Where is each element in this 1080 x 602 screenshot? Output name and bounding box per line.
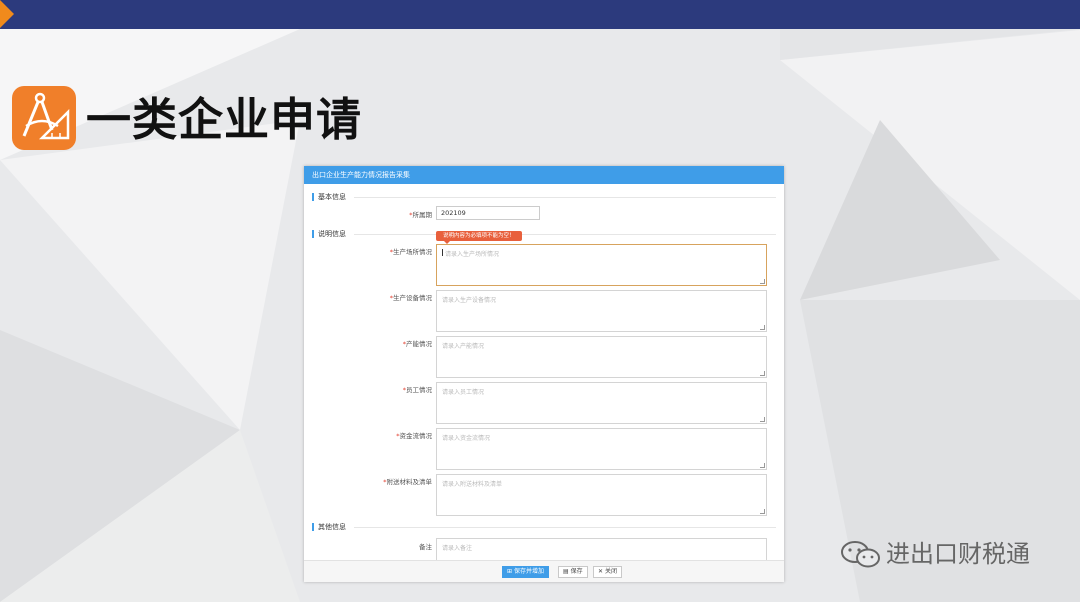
- remark-label: 备注: [419, 543, 432, 551]
- slide-title: 一类企业申请: [86, 93, 363, 146]
- period-input[interactable]: 202109: [436, 206, 540, 220]
- production-site-label: *生产场所情况: [389, 248, 432, 256]
- production-equipment-label: *生产设备情况: [389, 294, 432, 302]
- attachments-label: *附送材料及清单: [383, 478, 432, 486]
- section-other-info: 其他信息: [304, 521, 784, 533]
- production-equipment-textarea[interactable]: 请录入生产设备情况: [436, 290, 767, 332]
- remark-input[interactable]: 请录入备注: [436, 538, 767, 562]
- section-basic-label: 基本信息: [318, 193, 346, 201]
- cash-flow-label: *资金流情况: [396, 432, 432, 440]
- banner-accent-triangle: [0, 0, 14, 28]
- add-save-icon: ⊞: [507, 568, 513, 575]
- close-button[interactable]: ✕ 关闭: [593, 566, 623, 578]
- employee-textarea[interactable]: 请录入员工情况: [436, 382, 767, 424]
- save-and-add-button[interactable]: ⊞ 保存并增加: [502, 566, 550, 578]
- production-site-textarea[interactable]: 请录入生产场所情况: [436, 244, 767, 286]
- save-button[interactable]: ▤ 保存: [558, 566, 588, 578]
- resize-grip-icon[interactable]: [760, 371, 765, 376]
- period-label: *所属期: [409, 211, 432, 219]
- section-description-label: 说明信息: [318, 230, 346, 238]
- wechat-icon: [841, 541, 880, 568]
- resize-grip-icon[interactable]: [760, 325, 765, 330]
- compass-ruler-logo-icon: [12, 86, 76, 150]
- form-header-title: 出口企业生产能力情况报告采集: [304, 166, 784, 184]
- capacity-label: *产能情况: [402, 340, 432, 348]
- capacity-textarea[interactable]: 请录入产能情况: [436, 336, 767, 378]
- text-caret: [442, 249, 443, 256]
- resize-grip-icon[interactable]: [760, 463, 765, 468]
- employee-label: *员工情况: [402, 386, 432, 394]
- resize-grip-icon[interactable]: [760, 509, 765, 514]
- cash-flow-textarea[interactable]: 请录入资金流情况: [436, 428, 767, 470]
- top-banner: [0, 0, 1080, 29]
- resize-grip-icon[interactable]: [760, 279, 765, 284]
- save-icon: ▤: [563, 568, 569, 575]
- section-description-info: 说明信息: [304, 228, 784, 240]
- resize-grip-icon[interactable]: [760, 417, 765, 422]
- validation-tooltip: 说明内容为必填项不能为空！: [436, 231, 522, 241]
- watermark-text: 进出口财税通: [886, 540, 1030, 568]
- report-form-window: 出口企业生产能力情况报告采集 基本信息 *所属期 202109 说明信息 说明内…: [304, 166, 784, 582]
- section-basic-info: 基本信息: [304, 191, 784, 203]
- form-footer: ⊞ 保存并增加 ▤ 保存 ✕ 关闭: [304, 560, 784, 582]
- section-other-label: 其他信息: [318, 523, 346, 531]
- close-icon: ✕: [598, 568, 604, 575]
- attachments-textarea[interactable]: 请录入附送材料及清单: [436, 474, 767, 516]
